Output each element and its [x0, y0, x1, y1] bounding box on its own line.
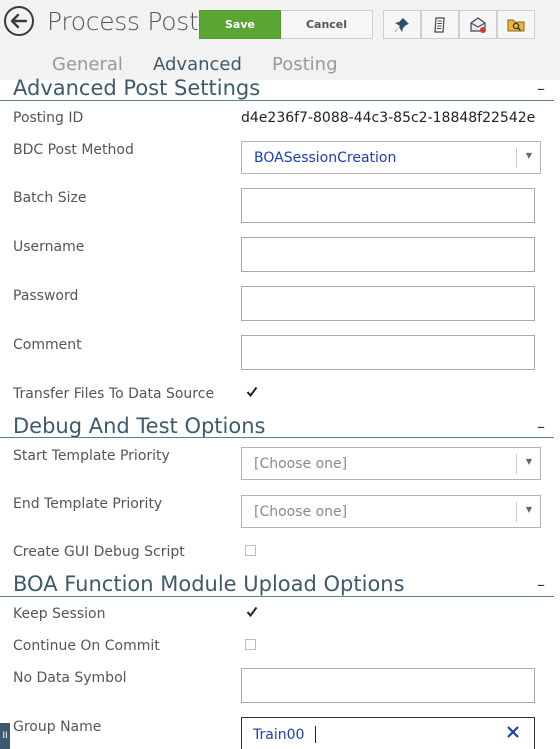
folder-search-icon[interactable]	[497, 10, 535, 39]
posting-id-label: Posting ID	[13, 110, 84, 126]
group-name-value: Train00	[253, 727, 305, 743]
username-label: Username	[13, 239, 85, 255]
section-title-debug: Debug And Test Options	[13, 414, 266, 438]
bdc-post-method-select[interactable]: BOASessionCreation ▼	[241, 141, 541, 174]
batch-size-label: Batch Size	[13, 190, 87, 206]
end-template-priority-select[interactable]: [Choose one] ▼	[241, 495, 541, 528]
bdc-post-method-label: BDC Post Method	[13, 142, 134, 158]
no-data-symbol-input[interactable]	[241, 668, 535, 703]
page-title: Process Post	[47, 7, 199, 36]
comment-label: Comment	[13, 337, 82, 353]
header-bar: Process Post Save Cancel General Advance…	[0, 0, 560, 80]
section-title-advanced: Advanced Post Settings	[13, 76, 261, 100]
transfer-files-checkbox[interactable]	[245, 386, 258, 398]
clear-icon[interactable]	[506, 724, 520, 743]
end-template-priority-value: [Choose one]	[254, 504, 348, 520]
text-cursor	[315, 726, 316, 743]
keep-session-label: Keep Session	[13, 606, 106, 622]
chevron-down-icon: ▼	[525, 505, 532, 514]
create-gui-debug-label: Create GUI Debug Script	[13, 544, 185, 560]
tab-general[interactable]: General	[52, 54, 123, 75]
bdc-post-method-value: BOASessionCreation	[254, 150, 397, 166]
collapse-debug-button[interactable]: –	[537, 417, 545, 436]
document-icon[interactable]	[421, 10, 459, 39]
collapse-advanced-button[interactable]: –	[537, 79, 545, 98]
select-separator	[516, 502, 517, 522]
drag-handle-icon[interactable]: II	[0, 723, 10, 749]
section-divider	[0, 100, 554, 101]
continue-on-commit-label: Continue On Commit	[13, 638, 160, 654]
tab-posting[interactable]: Posting	[272, 54, 338, 75]
group-name-input[interactable]: Train00	[241, 717, 535, 749]
section-divider	[0, 437, 554, 438]
password-label: Password	[13, 288, 79, 304]
transfer-files-label: Transfer Files To Data Source	[13, 386, 215, 402]
start-template-priority-select[interactable]: [Choose one] ▼	[241, 447, 541, 480]
start-template-priority-label: Start Template Priority	[13, 448, 170, 464]
batch-size-input[interactable]	[241, 188, 535, 223]
password-input[interactable]	[241, 286, 535, 321]
end-template-priority-label: End Template Priority	[13, 496, 163, 512]
cancel-button[interactable]: Cancel	[281, 10, 373, 39]
section-divider	[0, 596, 554, 597]
pin-icon[interactable]	[383, 10, 421, 39]
comment-input[interactable]	[241, 335, 535, 370]
back-arrow-icon[interactable]	[4, 6, 34, 36]
select-separator	[516, 148, 517, 168]
collapse-boa-button[interactable]: –	[537, 575, 545, 594]
posting-id-value: d4e236f7-8088-44c3-85c2-18848f22542e	[241, 110, 536, 126]
select-separator	[516, 454, 517, 474]
chevron-down-icon: ▼	[525, 151, 532, 160]
tab-advanced[interactable]: Advanced	[153, 54, 242, 75]
section-title-boa: BOA Function Module Upload Options	[13, 572, 405, 596]
keep-session-checkbox[interactable]	[245, 606, 258, 618]
chevron-down-icon: ▼	[525, 457, 532, 466]
email-alert-icon[interactable]	[459, 10, 497, 39]
group-name-label: Group Name	[13, 719, 102, 735]
create-gui-debug-checkbox[interactable]	[245, 545, 256, 556]
continue-on-commit-checkbox[interactable]	[245, 639, 256, 650]
username-input[interactable]	[241, 237, 535, 272]
save-button[interactable]: Save	[199, 10, 281, 39]
no-data-symbol-label: No Data Symbol	[13, 670, 127, 686]
start-template-priority-value: [Choose one]	[254, 456, 348, 472]
